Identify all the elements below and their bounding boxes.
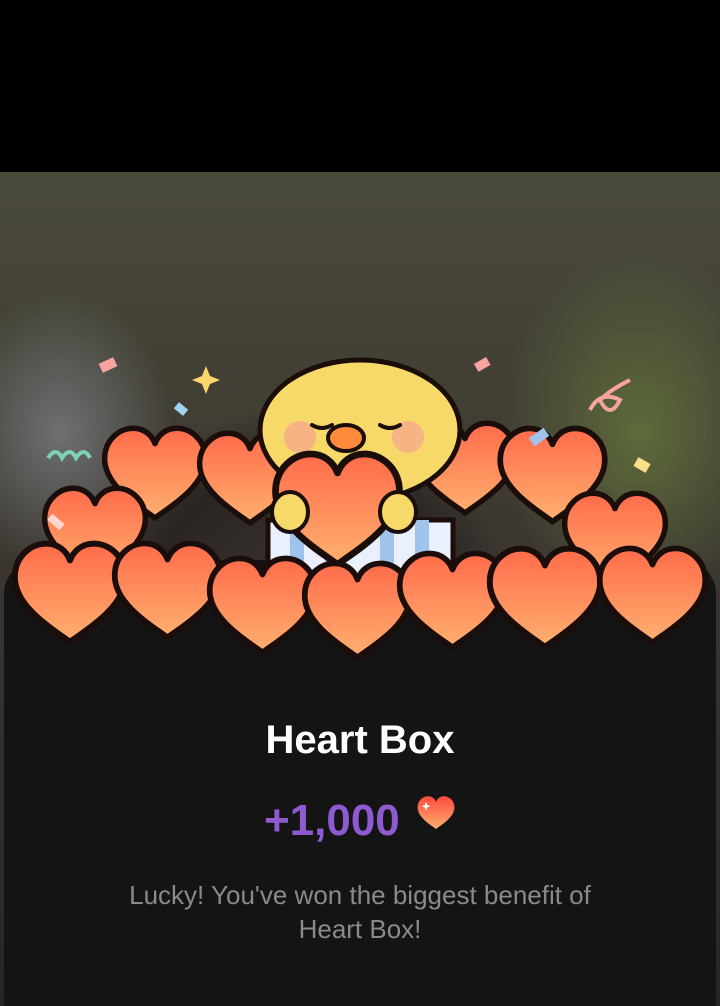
reward-title: Heart Box xyxy=(265,718,455,762)
heart-icon xyxy=(210,558,316,652)
heart-icon xyxy=(490,549,600,647)
heart-icon xyxy=(15,544,125,642)
heart-icon xyxy=(416,794,456,844)
heart-box-illustration xyxy=(0,357,720,670)
heart-icon xyxy=(600,548,706,642)
reward-description: Lucky! You've won the biggest benefit of… xyxy=(129,880,591,944)
reward-amount: +1,000 xyxy=(263,796,400,845)
heart-icon xyxy=(115,543,221,637)
top-black-bar xyxy=(0,0,720,172)
reward-amount-row: +1,000 xyxy=(0,796,720,848)
heart-icon xyxy=(305,563,411,657)
